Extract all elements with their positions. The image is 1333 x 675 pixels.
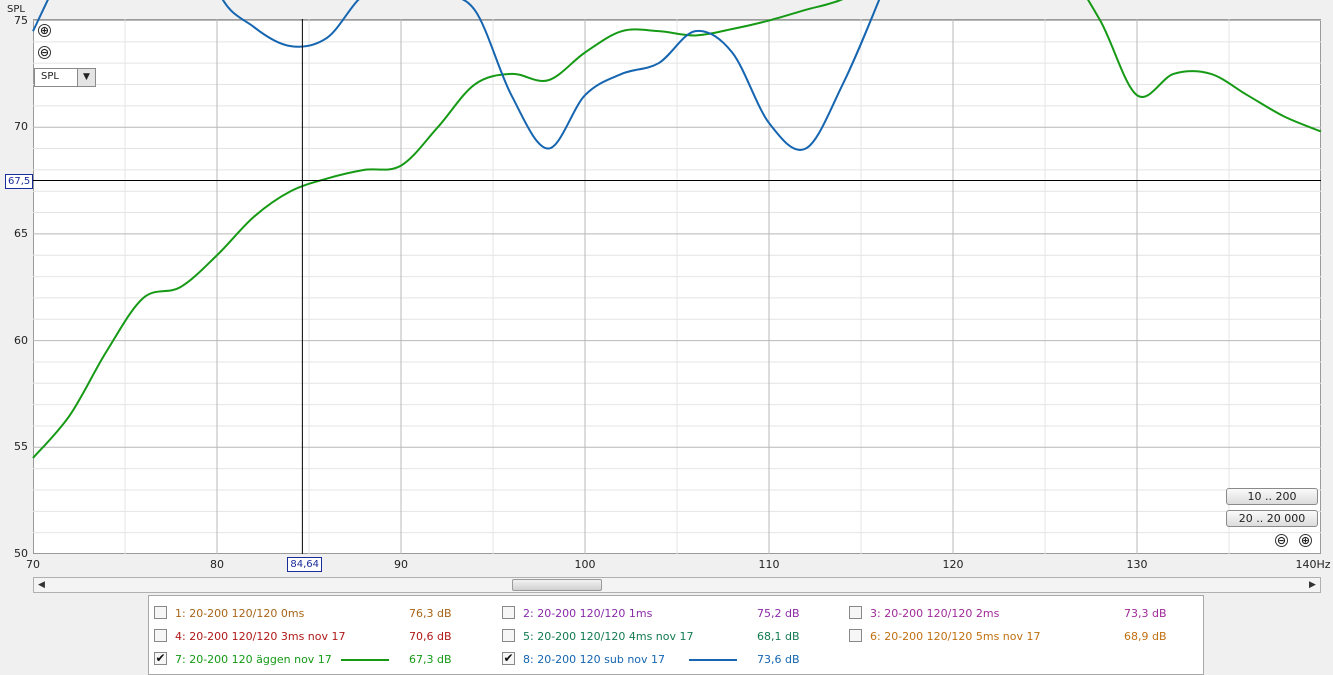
- zoom-out-icon[interactable]: ⊖: [38, 46, 51, 59]
- legend-item-value: 68,9 dB: [1124, 630, 1167, 643]
- scroll-left-icon[interactable]: ◀: [35, 579, 48, 591]
- y-tick-label: 65: [14, 226, 28, 240]
- legend-item-label: 1: 20-200 120/120 0ms: [175, 607, 305, 620]
- legend-item-label: 4: 20-200 120/120 3ms nov 17: [175, 630, 346, 643]
- cursor-y-readout: 67,5: [5, 173, 34, 189]
- zoom-in-icon[interactable]: ⊕: [38, 24, 51, 37]
- legend-item-label: 7: 20-200 120 äggen nov 17: [175, 653, 332, 666]
- legend-checkbox[interactable]: [502, 606, 515, 619]
- legend-swatch: [689, 659, 737, 661]
- legend-swatch: [689, 636, 737, 638]
- legend-item-value: 67,3 dB: [409, 653, 452, 666]
- legend-swatch: [341, 659, 389, 661]
- x-tick-label: 90: [394, 558, 408, 571]
- legend-checkbox[interactable]: [502, 629, 515, 642]
- x-tick-label: 110: [758, 558, 780, 571]
- y-tick-label: 75: [14, 13, 28, 27]
- y-tick-label: 70: [14, 120, 28, 134]
- legend-item-label: 8: 20-200 120 sub nov 17: [523, 653, 666, 666]
- legend-swatch: [1036, 613, 1084, 615]
- scrollbar-thumb[interactable]: [512, 579, 602, 591]
- range-20-20000-button[interactable]: 20 .. 20 000: [1226, 510, 1318, 527]
- chevron-down-icon[interactable]: ▼: [77, 69, 95, 86]
- x-tick-label: 80: [210, 558, 224, 571]
- measurement-legend: 1: 20-200 120/120 0ms 76,3 dB 2: 20-200 …: [148, 595, 1204, 675]
- range-10-200-button[interactable]: 10 .. 200: [1226, 488, 1318, 505]
- legend-swatch: [1036, 636, 1084, 638]
- legend-item-label: 6: 20-200 120/120 5ms nov 17: [870, 630, 1041, 643]
- x-tick-label: 100: [574, 558, 596, 571]
- legend-checkbox[interactable]: [849, 629, 862, 642]
- x-zoom-in-icon[interactable]: ⊕: [1299, 534, 1312, 547]
- y-tick-label: 55: [14, 440, 28, 454]
- legend-swatch: [689, 613, 737, 615]
- spl-chart: [32, 0, 1322, 554]
- select-value: SPL: [41, 71, 59, 82]
- legend-item-label: 5: 20-200 120/120 4ms nov 17: [523, 630, 694, 643]
- y-tick-label: 50: [14, 547, 28, 560]
- horizontal-scrollbar[interactable]: ◀ ▶: [33, 577, 1321, 593]
- legend-swatch: [341, 613, 389, 615]
- legend-checkbox[interactable]: [154, 629, 167, 642]
- legend-item-value: 70,6 dB: [409, 630, 452, 643]
- legend-swatch: [341, 636, 389, 638]
- x-tick-label: 130: [1126, 558, 1148, 571]
- x-tick-label: 120: [942, 558, 964, 571]
- legend-item-value: 76,3 dB: [409, 607, 452, 620]
- measurement-type-select[interactable]: SPL ▼: [34, 68, 96, 87]
- y-tick-label: 60: [14, 333, 28, 347]
- legend-item-value: 73,3 dB: [1124, 607, 1167, 620]
- legend-checkbox[interactable]: [849, 606, 862, 619]
- x-tick-label: 140Hz: [1295, 558, 1331, 571]
- legend-item-label: 3: 20-200 120/120 2ms: [870, 607, 1000, 620]
- legend-item-value: 68,1 dB: [757, 630, 800, 643]
- legend-item-label: 2: 20-200 120/120 1ms: [523, 607, 653, 620]
- scroll-right-icon[interactable]: ▶: [1306, 579, 1319, 591]
- legend-checkbox[interactable]: ✔: [154, 652, 167, 665]
- legend-item-value: 75,2 dB: [757, 607, 800, 620]
- cursor-x-readout: 84,64: [287, 557, 323, 572]
- legend-item-value: 73,6 dB: [757, 653, 800, 666]
- legend-checkbox[interactable]: [154, 606, 167, 619]
- x-tick-label: 70: [26, 558, 40, 571]
- x-zoom-out-icon[interactable]: ⊖: [1275, 534, 1288, 547]
- legend-checkbox[interactable]: ✔: [502, 652, 515, 665]
